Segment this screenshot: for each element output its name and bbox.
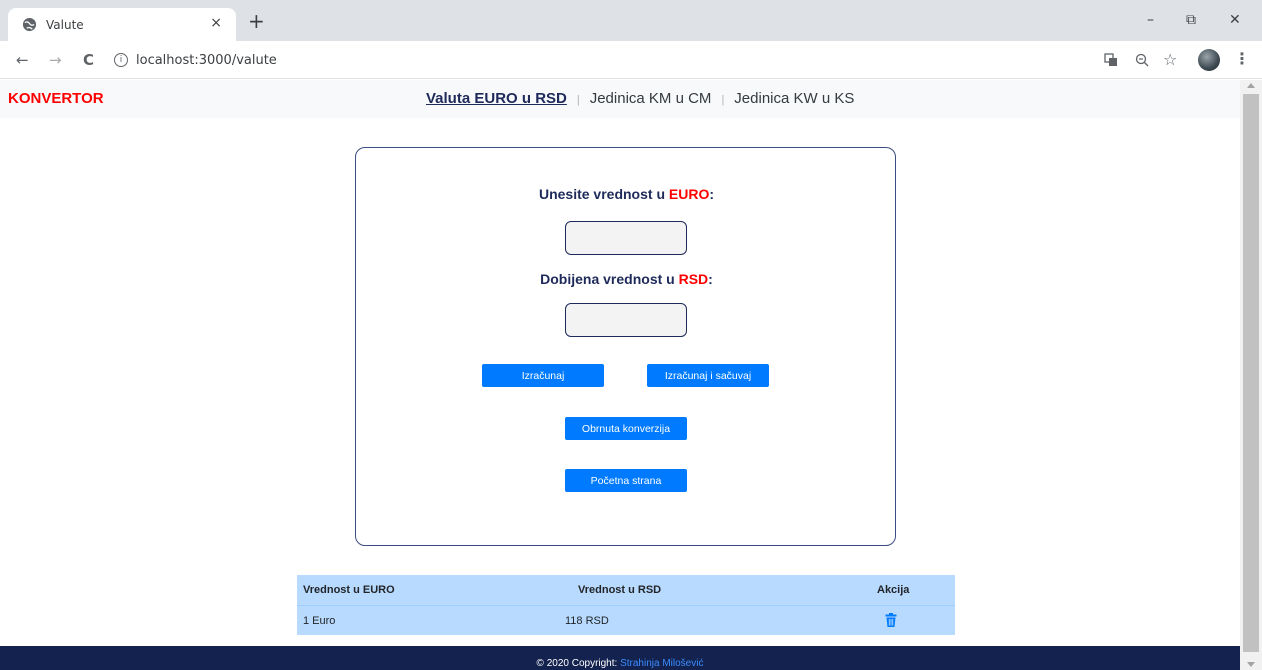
input-label-text: Unesite vrednost u bbox=[538, 186, 669, 202]
header-rsd: Vrednost u RSD bbox=[578, 584, 662, 596]
page-scrollbar[interactable] bbox=[1240, 80, 1262, 670]
globe-icon bbox=[22, 17, 37, 32]
browser-tab[interactable]: Valute × bbox=[8, 8, 236, 41]
cell-euro: 1 Euro bbox=[303, 615, 336, 627]
euro-input[interactable] bbox=[565, 221, 687, 255]
home-button[interactable]: Početna strana bbox=[565, 469, 687, 492]
nav-link-euro-rsd[interactable]: Valuta EURO u RSD bbox=[426, 90, 567, 107]
input-label: Unesite vrednost u EURO: bbox=[356, 186, 897, 202]
page-viewport: KONVERTOR Valuta EURO u RSD | Jedinica K… bbox=[0, 80, 1240, 670]
table-row: 1 Euro 118 RSD bbox=[297, 605, 955, 635]
restore-button[interactable]: ⧉ bbox=[1186, 12, 1196, 28]
tab-close-icon[interactable]: × bbox=[210, 15, 222, 31]
minimize-button[interactable]: – bbox=[1147, 12, 1154, 28]
scrollbar-thumb[interactable] bbox=[1243, 94, 1259, 652]
scroll-up-icon[interactable] bbox=[1247, 83, 1255, 88]
site-navbar: KONVERTOR Valuta EURO u RSD | Jedinica K… bbox=[0, 80, 1240, 118]
calculate-button[interactable]: Izračunaj bbox=[482, 364, 604, 387]
footer-author-link[interactable]: Strahinja Milošević bbox=[620, 658, 703, 669]
page-footer: © 2020 Copyright: Strahinja Milošević bbox=[0, 646, 1240, 670]
cell-rsd: 118 RSD bbox=[565, 615, 609, 627]
reverse-conversion-button[interactable]: Obrnuta konverzija bbox=[565, 417, 687, 440]
input-label-colon: : bbox=[709, 186, 715, 202]
calculate-save-button[interactable]: Izračunaj i sačuvaj bbox=[647, 364, 769, 387]
header-action: Akcija bbox=[877, 584, 910, 596]
footer-copyright: © 2020 Copyright: bbox=[536, 658, 621, 669]
reload-button[interactable]: C bbox=[83, 51, 94, 69]
back-button[interactable]: ← bbox=[16, 51, 29, 69]
tab-title: Valute bbox=[46, 17, 84, 32]
nav-separator: | bbox=[721, 94, 725, 106]
star-icon[interactable]: ☆ bbox=[1163, 50, 1177, 69]
nav-separator: | bbox=[576, 94, 580, 106]
table-header-row: Vrednost u EURO Vrednost u RSD Akcija bbox=[297, 575, 955, 605]
input-label-currency: EURO bbox=[668, 186, 710, 202]
translate-icon[interactable] bbox=[1104, 53, 1118, 67]
converter-card: Unesite vrednost u EURO: Dobijena vredno… bbox=[355, 147, 896, 546]
nav-link-kw-ks[interactable]: Jedinica KW u KS bbox=[734, 90, 854, 107]
trash-icon[interactable] bbox=[885, 613, 897, 627]
url-text: localhost:3000/valute bbox=[136, 52, 277, 68]
browser-tab-strip: Valute × + – ⧉ ✕ bbox=[0, 0, 1262, 41]
output-label-text: Dobijena vrednost u bbox=[540, 271, 679, 287]
nav-links: Valuta EURO u RSD | Jedinica KM u CM | J… bbox=[426, 90, 854, 107]
output-label-currency: RSD bbox=[678, 271, 709, 287]
new-tab-button[interactable]: + bbox=[248, 11, 265, 31]
rsd-output-field[interactable] bbox=[565, 303, 687, 337]
header-euro: Vrednost u EURO bbox=[303, 584, 395, 596]
forward-button[interactable]: → bbox=[49, 51, 62, 69]
browser-toolbar: ← → C i localhost:3000/valute ☆ ⋮ bbox=[0, 41, 1262, 79]
profile-avatar[interactable] bbox=[1198, 49, 1220, 71]
close-window-button[interactable]: ✕ bbox=[1229, 12, 1241, 28]
menu-icon[interactable]: ⋮ bbox=[1234, 49, 1250, 68]
output-label: Dobijena vrednost u RSD: bbox=[356, 271, 897, 287]
zoom-icon[interactable] bbox=[1135, 53, 1149, 67]
scroll-down-icon[interactable] bbox=[1247, 662, 1255, 667]
brand-logo[interactable]: KONVERTOR bbox=[8, 90, 104, 107]
output-label-colon: : bbox=[708, 271, 713, 287]
site-info-icon[interactable]: i bbox=[114, 53, 128, 67]
nav-link-km-cm[interactable]: Jedinica KM u CM bbox=[590, 90, 712, 107]
address-bar[interactable]: i localhost:3000/valute bbox=[106, 46, 1096, 74]
results-table: Vrednost u EURO Vrednost u RSD Akcija 1 … bbox=[297, 575, 955, 635]
